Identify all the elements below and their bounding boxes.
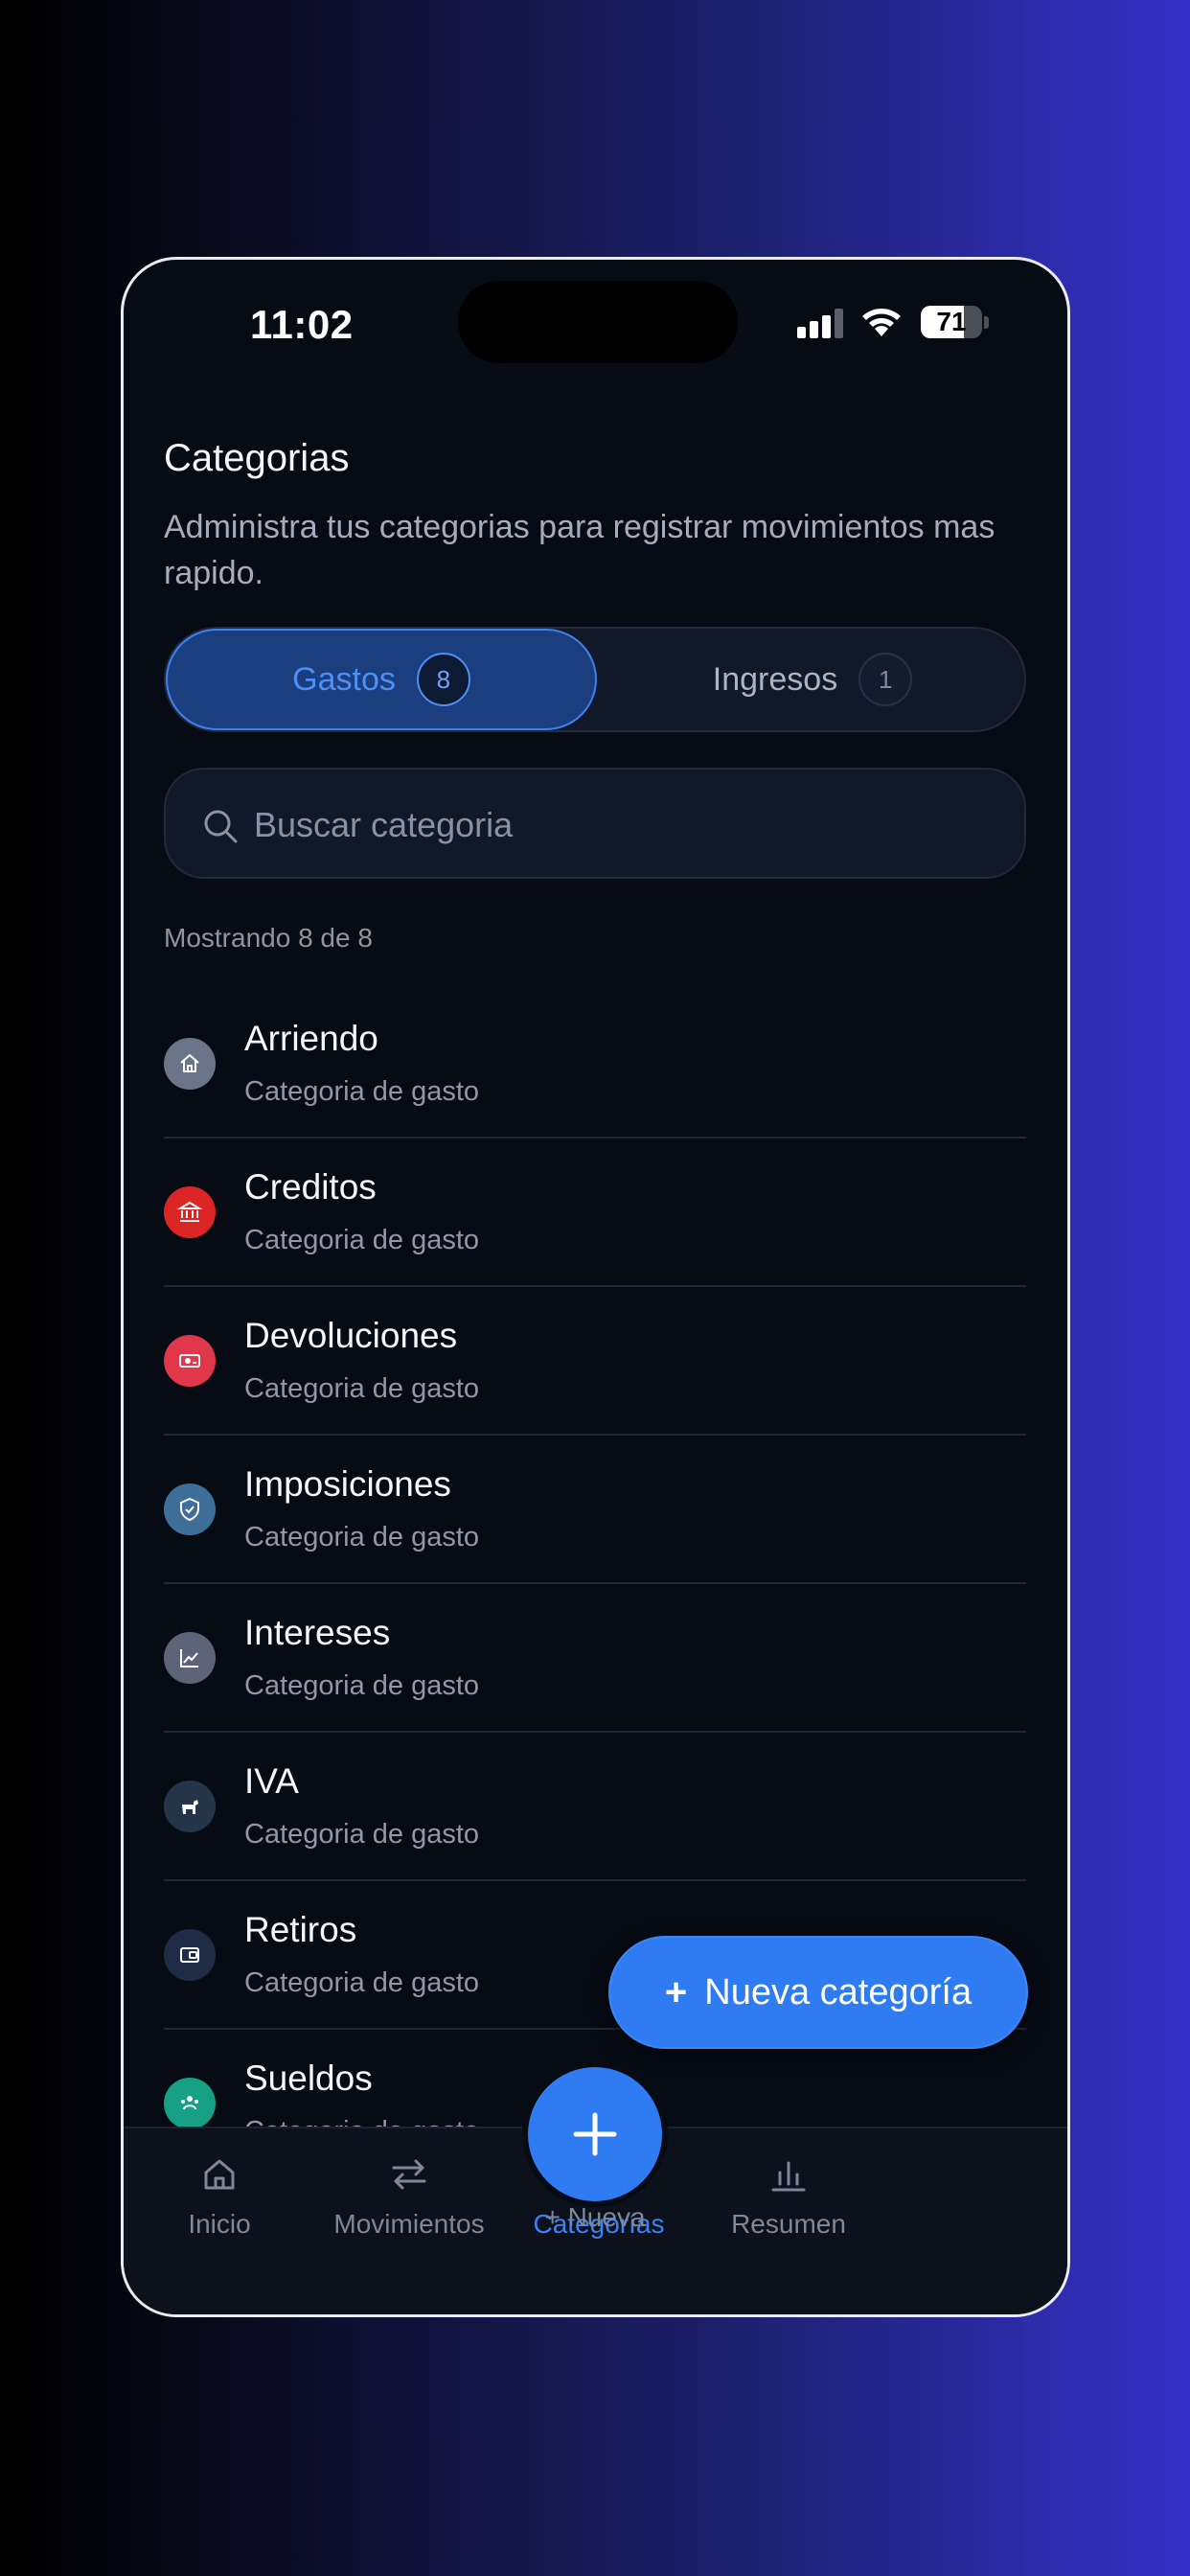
tab-movimientos[interactable]: Movimientos bbox=[313, 2153, 505, 2240]
category-row-devoluciones[interactable]: Devoluciones Categoria de gasto bbox=[164, 1287, 1026, 1436]
money-icon bbox=[164, 1335, 216, 1387]
tab-resumen-label: Resumen bbox=[731, 2209, 846, 2239]
page-subtitle: Administra tus categorias para registrar… bbox=[164, 509, 995, 591]
category-type: Categoria de gasto bbox=[244, 1076, 480, 1107]
search-input[interactable] bbox=[254, 789, 1001, 862]
category-type: Categoria de gasto bbox=[244, 1225, 480, 1255]
category-type: Categoria de gasto bbox=[244, 1670, 480, 1701]
dynamic-island bbox=[458, 281, 738, 363]
category-name: IVA bbox=[244, 1761, 299, 1801]
category-row-imposiciones[interactable]: Imposiciones Categoria de gasto bbox=[164, 1436, 1026, 1584]
people-icon bbox=[164, 2078, 216, 2129]
plus-icon: + bbox=[664, 1970, 688, 2013]
category-type: Categoria de gasto bbox=[244, 1522, 480, 1552]
category-row-intereses[interactable]: Intereses Categoria de gasto bbox=[164, 1584, 1026, 1733]
chart-icon bbox=[164, 1632, 216, 1684]
tab-gastos[interactable]: Gastos 8 bbox=[166, 629, 597, 730]
shield-icon bbox=[164, 1484, 216, 1535]
category-name: Devoluciones bbox=[244, 1316, 458, 1355]
dog-icon bbox=[164, 1781, 216, 1832]
battery-icon: 71 bbox=[921, 306, 982, 338]
wifi-icon bbox=[862, 309, 901, 336]
type-segmented-control: Gastos 8 Ingresos 1 bbox=[164, 627, 1026, 732]
category-type: Categoria de gasto bbox=[244, 1967, 480, 1998]
category-row-arriendo[interactable]: Arriendo Categoria de gasto bbox=[164, 990, 1026, 1138]
tab-nueva-label: + Nueva bbox=[544, 2202, 646, 2232]
bar-chart-icon bbox=[771, 2161, 806, 2192]
category-name: Intereses bbox=[244, 1613, 391, 1652]
tab-inicio[interactable]: Inicio bbox=[124, 2153, 315, 2240]
search-box bbox=[164, 768, 1026, 879]
category-type: Categoria de gasto bbox=[244, 1819, 480, 1850]
phone-frame: 11:02 71 Categorias Administra tus categ… bbox=[121, 257, 1070, 2317]
new-category-button[interactable]: + Nueva categoría bbox=[608, 1936, 1028, 2049]
category-name: Arriendo bbox=[244, 1019, 378, 1058]
category-name: Creditos bbox=[244, 1167, 377, 1207]
category-name: Sueldos bbox=[244, 2058, 373, 2098]
tab-gastos-count: 8 bbox=[416, 653, 470, 706]
category-row-creditos[interactable]: Creditos Categoria de gasto bbox=[164, 1138, 1026, 1287]
bank-icon bbox=[164, 1186, 216, 1238]
category-type: Categoria de gasto bbox=[244, 1373, 480, 1404]
category-row-iva[interactable]: IVA Categoria de gasto bbox=[164, 1733, 1026, 1881]
category-name: Imposiciones bbox=[244, 1464, 451, 1504]
tab-ingresos-count: 1 bbox=[858, 653, 913, 706]
transfer-icon bbox=[392, 2159, 426, 2190]
tab-movimientos-label: Movimientos bbox=[333, 2209, 485, 2239]
new-category-label: Nueva categoría bbox=[704, 1971, 973, 2012]
home-icon bbox=[204, 2159, 235, 2190]
home-icon bbox=[164, 1038, 216, 1090]
tab-inicio-label: Inicio bbox=[188, 2209, 251, 2239]
category-name: Retiros bbox=[244, 1910, 357, 1949]
battery-percent: 71 bbox=[936, 307, 967, 336]
search-icon bbox=[204, 810, 238, 843]
tab-ingresos-label: Ingresos bbox=[712, 660, 838, 698]
battery-cap bbox=[984, 316, 989, 329]
status-time: 11:02 bbox=[250, 302, 354, 347]
results-count: Mostrando 8 de 8 bbox=[164, 923, 373, 953]
page-title: Categorias bbox=[164, 437, 350, 479]
add-movement-button[interactable] bbox=[528, 2067, 662, 2201]
tab-resumen[interactable]: Resumen bbox=[693, 2153, 884, 2240]
signal-icon bbox=[797, 308, 847, 338]
wallet-icon bbox=[164, 1929, 216, 1981]
plus-icon bbox=[573, 2112, 617, 2156]
tab-gastos-label: Gastos bbox=[292, 660, 396, 698]
tab-ingresos[interactable]: Ingresos 1 bbox=[597, 629, 1028, 730]
